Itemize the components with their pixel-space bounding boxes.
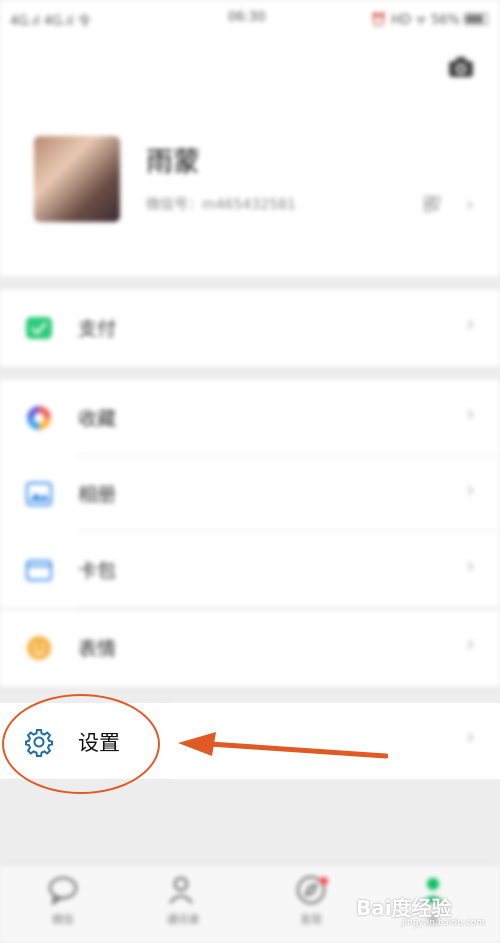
chevron-right-icon: › [466,478,475,503]
chevron-right-icon: › [466,192,474,216]
qr-code-icon[interactable] [424,196,440,212]
menu-label-album: 相册 [78,484,117,506]
menu-label-pay: 支付 [78,318,117,340]
divider [78,607,500,608]
favorites-icon [27,406,51,430]
chevron-right-icon: › [466,725,475,750]
chevron-right-icon: › [466,554,475,579]
tab-chats[interactable]: 微信 [18,875,108,927]
status-indicators: ⏰ HD ᯤ 56% [371,10,488,28]
menu-item-favorites[interactable]: 收藏 › [0,380,500,456]
chevron-right-icon: › [466,312,475,337]
tab-label-discover: 发现 [300,913,322,926]
tab-label-contacts: 通讯录 [166,913,200,926]
chat-bubble-icon [49,877,77,905]
status-time: 06:30 [228,10,266,25]
menu-label-favorites: 收藏 [78,408,117,430]
tab-contacts[interactable]: 通讯录 [138,875,228,927]
chevron-right-icon: › [466,402,475,427]
wechat-id: 微信号：m465432581 [146,197,296,213]
menu-item-album[interactable]: 相册 › [0,456,500,532]
tab-discover[interactable]: 发现 [266,875,356,927]
blur-overlay [170,703,500,779]
carrier-signal: 4G.ıl 4G.ıl 令 [10,14,91,29]
status-indicator-text: ⏰ HD ᯤ 56% [370,13,460,28]
menu-item-stickers[interactable]: 表情 › [0,610,500,686]
stickers-icon [27,636,51,660]
wallet-icon [25,559,53,582]
menu-label-stickers: 表情 [78,638,117,660]
contacts-icon [169,877,193,904]
chevron-right-icon: › [466,632,475,657]
menu-item-wallet[interactable]: 卡包 › [0,532,500,608]
profile-header[interactable]: 雨蒙 微信号：m465432581 › [0,36,500,276]
nickname: 雨蒙 [146,147,200,178]
notification-dot [320,877,328,885]
pay-icon [26,317,52,339]
watermark-logo: Bai度经验 [356,896,452,920]
watermark-url: jingyan.baidu.com [402,918,486,928]
gear-icon [25,729,53,757]
status-bar: 4G.ıl 4G.ıl 令 06:30 ⏰ HD ᯤ 56% [0,0,500,36]
menu-label-wallet: 卡包 [78,560,117,582]
tab-label-chats: 微信 [52,913,74,926]
menu-item-settings[interactable]: 设置 › [0,703,500,779]
battery-icon [464,13,488,25]
avatar[interactable] [34,136,120,222]
album-icon [25,481,53,507]
menu-item-pay[interactable]: 支付 › [0,290,500,366]
menu-label-settings: 设置 [78,731,120,755]
camera-icon[interactable] [448,56,474,78]
